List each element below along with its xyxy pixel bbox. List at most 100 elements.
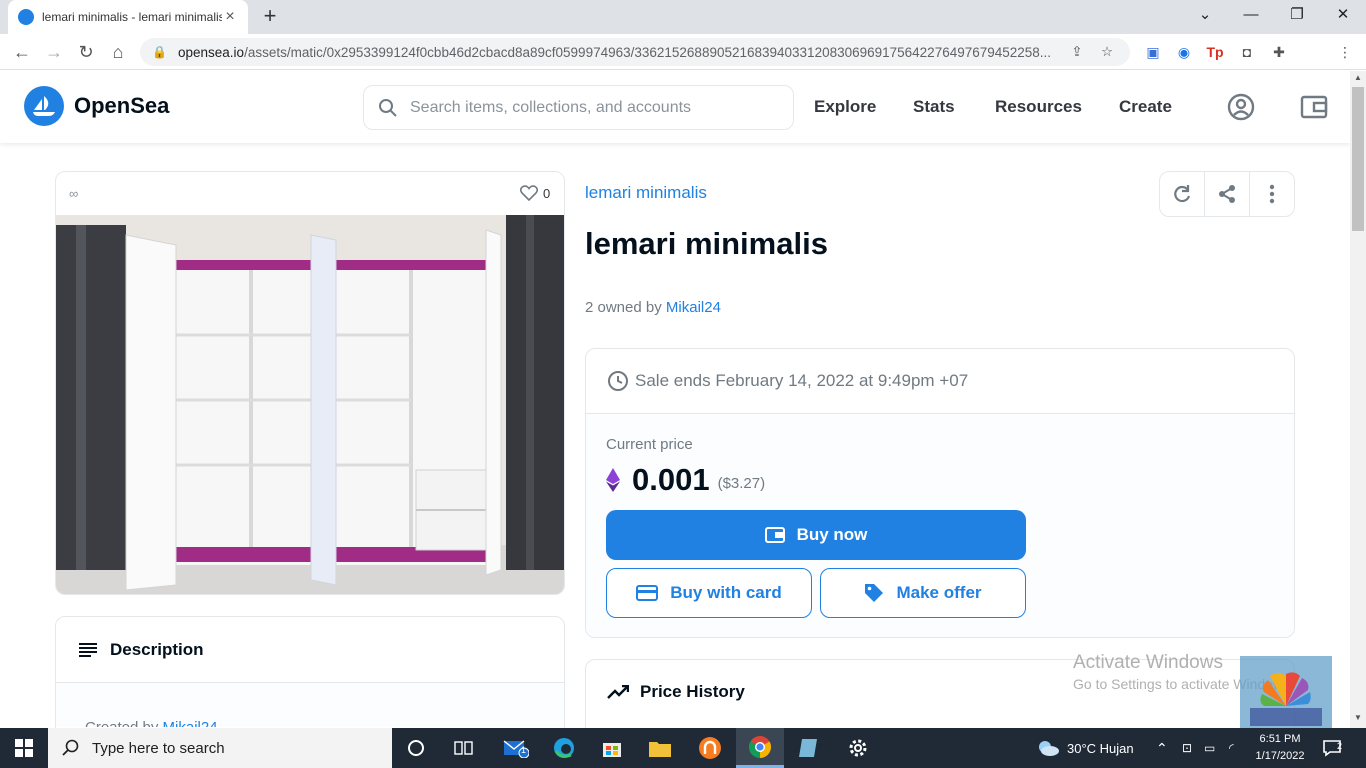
camera-extension-icon[interactable]: ▣ <box>1143 42 1163 62</box>
asset-image[interactable] <box>56 215 565 595</box>
back-icon[interactable]: ← <box>10 40 34 64</box>
close-window-icon[interactable]: ✕ <box>1320 0 1366 34</box>
maximize-icon[interactable]: ❐ <box>1274 0 1320 34</box>
account-icon[interactable] <box>1227 93 1255 121</box>
windows-taskbar: Type here to search 1 30°C Hujan ⌃ ⊡ ▭ ◜… <box>0 728 1366 768</box>
edge-app-icon[interactable] <box>540 728 588 768</box>
buy-with-card-label: Buy with card <box>670 583 782 602</box>
store-app-icon[interactable] <box>588 728 636 768</box>
taskbar-search-box[interactable]: Type here to search <box>48 728 392 768</box>
grammarly-extension-icon[interactable]: ◘ <box>1237 42 1257 62</box>
heart-icon[interactable] <box>520 185 538 201</box>
app-orange-icon[interactable] <box>686 728 734 768</box>
nav-resources[interactable]: Resources <box>995 97 1082 117</box>
wifi-icon[interactable]: ◜ <box>1229 728 1234 768</box>
buy-now-label: Buy now <box>796 525 868 544</box>
make-offer-button[interactable]: Make offer <box>820 568 1026 618</box>
refresh-button[interactable] <box>1160 172 1205 216</box>
lock-icon[interactable]: 🔒 <box>152 45 167 59</box>
search-input[interactable] <box>410 98 770 117</box>
address-bar[interactable]: 🔒 opensea.io/assets/matic/0x2953399124f0… <box>140 38 1130 66</box>
url-text[interactable]: opensea.io/assets/matic/0x2953399124f0cb… <box>178 45 1058 60</box>
home-icon[interactable]: ⌂ <box>106 40 130 64</box>
created-by-row: Created by Mikail24 <box>56 683 564 727</box>
creator-link[interactable]: Mikail24 <box>163 719 218 727</box>
asset-image-card: ∞ 0 <box>55 171 565 595</box>
page-scrollbar[interactable]: ▲ ▼ <box>1350 71 1366 728</box>
new-tab-icon[interactable]: + <box>258 4 282 28</box>
settings-gear-icon[interactable] <box>834 728 882 768</box>
reload-icon[interactable]: ↻ <box>74 40 98 64</box>
owner-link[interactable]: Mikail24 <box>666 299 721 316</box>
description-title: Description <box>110 639 204 659</box>
notifications-icon[interactable]: 2 <box>1322 728 1342 768</box>
scrollbar-thumb[interactable] <box>1352 87 1364 231</box>
clock-time: 6:51 PM <box>1259 733 1301 745</box>
wallet-icon <box>764 527 785 543</box>
clock-date: 1/17/2022 <box>1255 750 1305 762</box>
cortana-icon[interactable] <box>392 728 440 768</box>
task-view-icon[interactable] <box>440 728 488 768</box>
chrome-app-icon[interactable] <box>736 728 784 768</box>
more-vertical-icon <box>1269 184 1275 204</box>
battery-icon[interactable]: ▭ <box>1204 728 1215 768</box>
price-row: 0.001 ($3.27) <box>606 462 765 498</box>
opensea-favicon-icon <box>18 9 34 25</box>
buy-now-button[interactable]: Buy now <box>606 510 1026 560</box>
buy-with-card-button[interactable]: Buy with card <box>606 568 812 618</box>
nav-explore[interactable]: Explore <box>814 97 876 117</box>
scroll-down-icon[interactable]: ▼ <box>1350 713 1366 722</box>
close-tab-icon[interactable]: × <box>222 8 238 26</box>
polygon-chain-icon: ∞ <box>69 186 79 201</box>
make-offer-label: Make offer <box>896 583 982 602</box>
mail-app-icon[interactable]: 1 <box>492 728 540 768</box>
weather-cloud-icon <box>1039 741 1059 756</box>
more-options-button[interactable] <box>1250 172 1294 216</box>
trending-icon <box>607 685 629 699</box>
taskbar-clock[interactable]: 6:51 PM 1/17/2022 <box>1250 731 1310 765</box>
browser-tab-bar: lemari minimalis - lemari minimalis × + … <box>0 0 1366 34</box>
eye-extension-icon[interactable]: ◉ <box>1174 42 1194 62</box>
sale-card: Sale ends February 14, 2022 at 9:49pm +0… <box>585 348 1295 638</box>
clock-icon <box>608 371 628 391</box>
start-button[interactable] <box>0 728 48 768</box>
share-page-icon[interactable]: ⇪ <box>1066 44 1088 60</box>
brand-name: OpenSea <box>74 93 170 118</box>
tray-chevron-icon[interactable]: ⌃ <box>1156 728 1168 768</box>
forward-icon[interactable]: → <box>42 40 66 64</box>
opensea-logo[interactable]: OpenSea <box>24 86 169 126</box>
tab-search-icon[interactable]: ⌄ <box>1182 0 1228 34</box>
windows-logo-icon <box>15 739 33 757</box>
share-button[interactable] <box>1205 172 1250 216</box>
bookmark-star-icon[interactable]: ☆ <box>1096 44 1118 60</box>
meet-now-icon[interactable]: ⊡ <box>1182 728 1192 768</box>
search-box[interactable] <box>363 85 794 130</box>
minimize-icon[interactable]: — <box>1228 0 1274 34</box>
taskbar-search-icon <box>62 739 79 756</box>
weather-widget[interactable]: 30°C Hujan <box>1036 728 1134 768</box>
favorites-count: 0 <box>543 186 551 201</box>
nav-create[interactable]: Create <box>1119 97 1172 117</box>
collection-link[interactable]: lemari minimalis <box>585 183 707 203</box>
share-icon <box>1219 185 1235 203</box>
nav-stats[interactable]: Stats <box>913 97 955 117</box>
owned-by-row: 2 owned by Mikail24 <box>585 299 721 316</box>
url-host: opensea.io <box>178 44 245 60</box>
sale-ends-text: Sale ends February 14, 2022 at 9:49pm +0… <box>635 371 969 390</box>
extensions-puzzle-icon[interactable]: ✚ <box>1269 42 1289 62</box>
scroll-up-icon[interactable]: ▲ <box>1350 73 1366 82</box>
wallet-icon[interactable] <box>1300 93 1328 121</box>
sale-ends-row: Sale ends February 14, 2022 at 9:49pm +0… <box>586 349 1294 414</box>
file-explorer-icon[interactable] <box>636 728 684 768</box>
description-header[interactable]: Description <box>56 617 564 683</box>
refresh-icon <box>1174 185 1191 203</box>
browser-tab[interactable]: lemari minimalis - lemari minimalis × <box>8 0 248 34</box>
asset-title: lemari minimalis <box>585 226 828 261</box>
search-icon <box>379 98 397 117</box>
browser-menu-icon[interactable]: ⋮ <box>1335 42 1355 62</box>
tp-extension-icon[interactable]: Tp <box>1205 42 1225 62</box>
notes-app-icon[interactable] <box>784 728 832 768</box>
taskbar-search-placeholder: Type here to search <box>92 739 225 757</box>
notification-count: 2 <box>1337 741 1343 751</box>
mail-badge: 1 <box>521 745 527 755</box>
